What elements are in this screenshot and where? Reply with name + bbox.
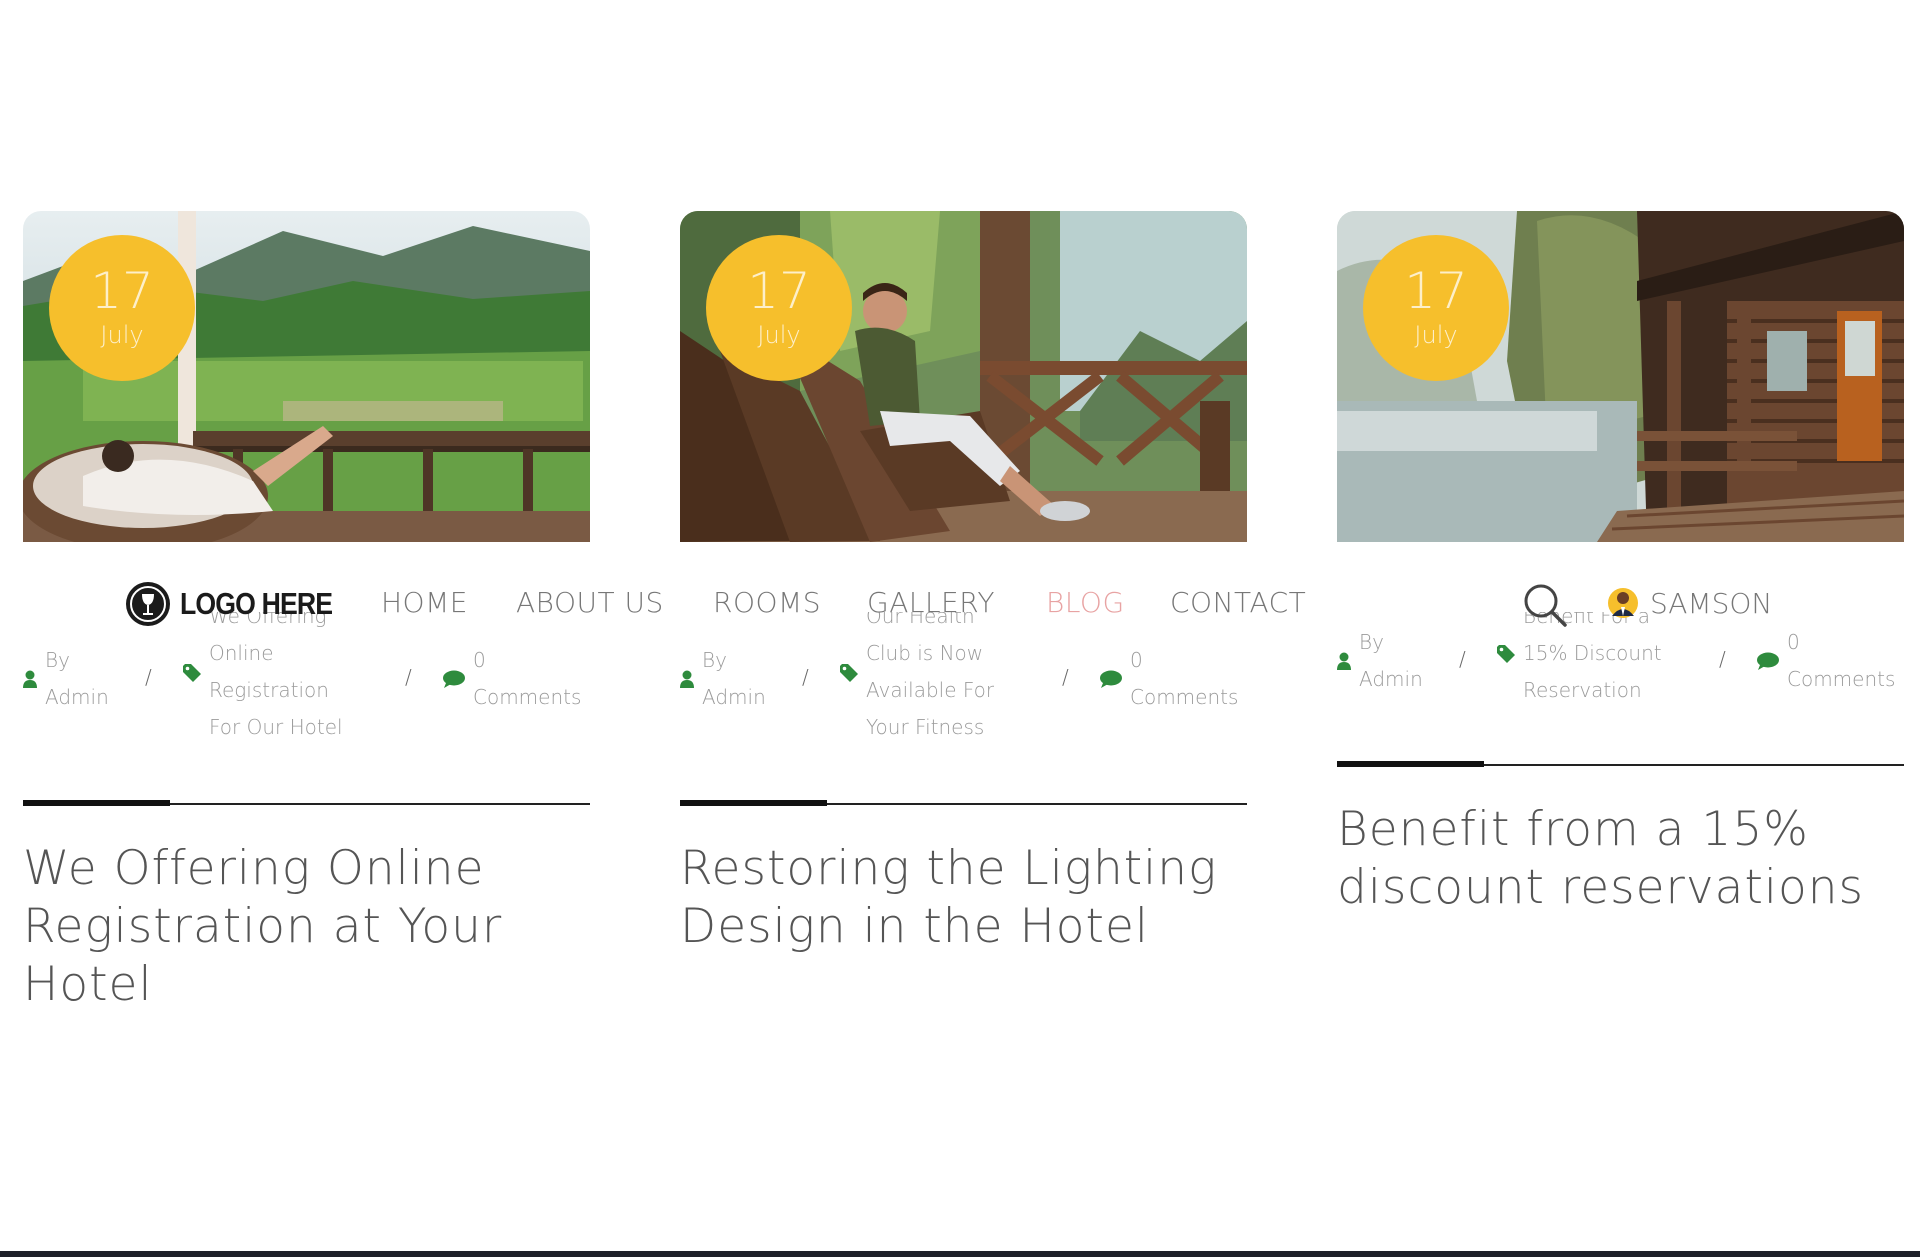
post-title[interactable]: We Offering Online Registration at Your … — [23, 840, 590, 1014]
user-icon — [1337, 652, 1351, 670]
comments-label: Comments — [1787, 667, 1896, 691]
date-month: July — [100, 321, 144, 349]
nav-item-about-us[interactable]: ABOUT US — [516, 586, 664, 619]
post-divider — [680, 800, 1247, 806]
tag-line: Available For — [866, 678, 995, 702]
post-image-cabin[interactable]: 17 July — [1337, 211, 1904, 542]
date-day: 17 — [90, 262, 154, 320]
nav-item-home[interactable]: HOME — [381, 586, 468, 619]
avatar — [1608, 588, 1638, 618]
comments-count: 0 — [1130, 648, 1143, 672]
meta-separator: / — [405, 665, 412, 689]
meta-separator: / — [1459, 647, 1466, 671]
post-divider — [23, 800, 590, 806]
tag-icon — [1497, 645, 1515, 663]
user-name: SAMSON — [1650, 586, 1773, 620]
post-author[interactable]: By Admin — [680, 642, 766, 716]
post-title[interactable]: Restoring the Lighting Design in the Hot… — [680, 840, 1247, 956]
post-comments[interactable]: 0 Comments — [443, 642, 581, 716]
site-logo[interactable]: LOGO HERE — [124, 580, 357, 628]
meta-separator: / — [145, 665, 152, 689]
nav-item-rooms[interactable]: ROOMS — [713, 586, 821, 619]
blog-card: 17 July By Admin / Our Health Club is No… — [680, 211, 1247, 954]
tag-icon — [840, 664, 858, 682]
meta-separator: / — [802, 665, 809, 689]
blog-card: 17 July By Admin / We Offering Online Re… — [23, 211, 590, 1012]
author-name: Admin — [702, 685, 766, 709]
comments-label: Comments — [1130, 685, 1239, 709]
user-menu[interactable]: SAMSON — [1608, 586, 1772, 620]
date-badge: 17 July — [706, 235, 852, 381]
post-divider — [1337, 761, 1904, 767]
search-button[interactable] — [1522, 582, 1568, 633]
tag-line: Club is Now — [866, 641, 984, 665]
comments-label: Comments — [473, 685, 582, 709]
post-image-balcony[interactable]: 17 July — [23, 211, 590, 542]
author-name: Admin — [1359, 667, 1423, 691]
date-day: 17 — [1404, 262, 1468, 320]
tag-line: For Our Hotel — [209, 715, 343, 739]
user-icon — [23, 670, 37, 688]
date-month: July — [757, 321, 801, 349]
post-image-lounger[interactable]: 17 July — [680, 211, 1247, 542]
post-comments[interactable]: 0 Comments — [1100, 642, 1238, 716]
nav-item-contact[interactable]: CONTACT — [1170, 586, 1306, 619]
date-badge: 17 July — [49, 235, 195, 381]
footer-strip — [0, 1251, 1920, 1257]
meta-separator: / — [1062, 665, 1069, 689]
main-navbar: LOGO HERE HOME ABOUT US ROOMS GALLERY BL… — [0, 570, 1920, 640]
date-day: 17 — [747, 262, 811, 320]
comment-icon — [443, 670, 465, 688]
logo-text: LOGO HERE — [180, 586, 333, 621]
tag-line: Reservation — [1523, 678, 1642, 702]
tag-icon — [183, 664, 201, 682]
author-prefix: By — [702, 648, 727, 672]
tag-line: 15% Discount — [1523, 641, 1662, 665]
wine-glass-logo-icon — [126, 582, 170, 626]
comment-icon — [1757, 652, 1779, 670]
tag-line: Registration — [209, 678, 329, 702]
tag-line: Online — [209, 641, 274, 665]
author-prefix: By — [45, 648, 70, 672]
nav-item-blog[interactable]: BLOG — [1046, 586, 1125, 619]
user-icon — [680, 670, 694, 688]
comment-icon — [1100, 670, 1122, 688]
blog-card: 17 July By Admin / Benefit For a 15% Dis… — [1337, 211, 1904, 915]
search-icon — [1524, 584, 1567, 627]
date-month: July — [1414, 321, 1458, 349]
date-badge: 17 July — [1363, 235, 1509, 381]
post-title[interactable]: Benefit from a 15% discount reservations — [1337, 801, 1904, 917]
meta-separator: / — [1719, 647, 1726, 671]
tag-line: Your Fitness — [866, 715, 985, 739]
comments-count: 0 — [473, 648, 486, 672]
author-name: Admin — [45, 685, 109, 709]
nav-item-gallery[interactable]: GALLERY — [867, 586, 995, 619]
post-author[interactable]: By Admin — [23, 642, 109, 716]
